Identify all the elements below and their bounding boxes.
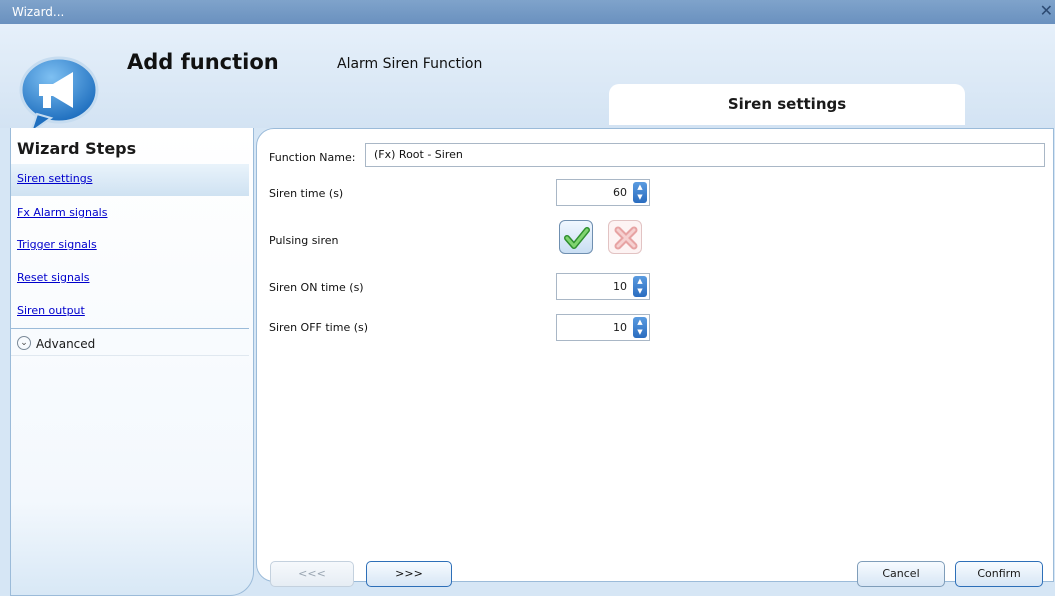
page-title: Add function: [127, 50, 279, 74]
siren-time-value: 60: [613, 186, 627, 199]
previous-button[interactable]: <<<: [270, 561, 354, 587]
spin-arrows-icon[interactable]: ▲ ▼: [633, 182, 647, 203]
sidebar-item-label[interactable]: Fx Alarm signals: [17, 206, 107, 219]
siren-on-time-label: Siren ON time (s): [269, 281, 364, 294]
cross-icon: [614, 226, 638, 250]
spin-arrows-icon[interactable]: ▲ ▼: [633, 276, 647, 297]
sidebar-item-siren-output[interactable]: Siren output: [11, 296, 249, 328]
sidebar-item-label[interactable]: Trigger signals: [17, 238, 97, 251]
siren-off-time-label: Siren OFF time (s): [269, 321, 369, 334]
pulsing-no-button[interactable]: [608, 220, 642, 254]
siren-on-time-value: 10: [613, 280, 627, 293]
advanced-label: Advanced: [36, 337, 96, 351]
wizard-header: Add function Alarm Siren Function Siren …: [0, 24, 1055, 135]
window-title: Wizard...: [12, 5, 65, 19]
siren-off-time-stepper[interactable]: 10 ▲ ▼: [556, 314, 650, 341]
settings-panel: Function Name: (Fx) Root - Siren Siren t…: [256, 128, 1054, 582]
pulsing-yes-button[interactable]: [559, 220, 593, 254]
sidebar-item-label[interactable]: Siren output: [17, 304, 85, 317]
chevron-down-icon[interactable]: ⌄: [17, 336, 31, 350]
title-bar: Wizard... ✕: [0, 0, 1055, 24]
confirm-button[interactable]: Confirm: [955, 561, 1043, 587]
sidebar-item-fx-alarm-signals[interactable]: Fx Alarm signals: [11, 198, 249, 230]
sidebar-item-siren-settings[interactable]: Siren settings: [11, 164, 249, 196]
sidebar-item-reset-signals[interactable]: Reset signals: [11, 263, 249, 295]
function-name-label: Function Name:: [269, 151, 356, 164]
page-subtitle: Alarm Siren Function: [337, 56, 483, 72]
sidebar-item-label[interactable]: Reset signals: [17, 271, 90, 284]
next-button[interactable]: >>>: [366, 561, 452, 587]
close-icon[interactable]: ✕: [1040, 2, 1053, 20]
megaphone-icon: [19, 56, 99, 135]
sidebar-item-label[interactable]: Siren settings: [17, 172, 92, 185]
spin-arrows-icon[interactable]: ▲ ▼: [633, 317, 647, 338]
checkmark-icon: [564, 227, 590, 249]
wizard-steps-title: Wizard Steps: [17, 139, 137, 158]
siren-time-stepper[interactable]: 60 ▲ ▼: [556, 179, 650, 206]
pulsing-siren-label: Pulsing siren: [269, 234, 339, 247]
sidebar-item-trigger-signals[interactable]: Trigger signals: [11, 230, 249, 262]
siren-time-label: Siren time (s): [269, 187, 344, 200]
siren-on-time-stepper[interactable]: 10 ▲ ▼: [556, 273, 650, 300]
advanced-expander[interactable]: ⌄ Advanced: [11, 328, 249, 356]
cancel-button[interactable]: Cancel: [857, 561, 945, 587]
function-name-input[interactable]: (Fx) Root - Siren: [365, 143, 1045, 167]
siren-off-time-value: 10: [613, 321, 627, 334]
tab-siren-settings[interactable]: Siren settings: [609, 84, 965, 125]
wizard-steps-panel: Wizard Steps Siren settings Fx Alarm sig…: [10, 128, 254, 596]
